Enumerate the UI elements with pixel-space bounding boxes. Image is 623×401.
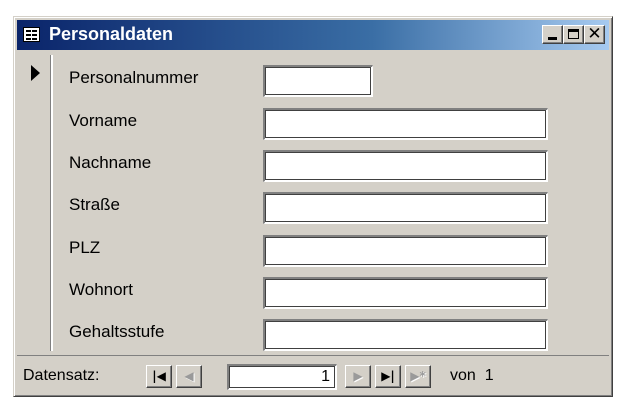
vorname-field[interactable] xyxy=(263,108,548,140)
label-nachname: Nachname xyxy=(69,153,152,172)
wohnort-field[interactable] xyxy=(263,277,548,309)
label-personalnummer: Personalnummer xyxy=(69,68,199,87)
record-navigation-bar: Datensatz: |◀ ◀ 1 ▶ ▶| ▶* von 1 xyxy=(17,355,609,393)
personalnummer-field[interactable] xyxy=(263,65,373,97)
current-record-input[interactable]: 1 xyxy=(227,364,337,390)
last-record-button[interactable]: ▶| xyxy=(375,365,401,388)
nachname-field[interactable] xyxy=(263,150,548,182)
minimize-icon xyxy=(548,37,557,40)
label-vorname: Vorname xyxy=(69,111,138,130)
previous-record-icon: ◀ xyxy=(184,369,194,383)
gehaltsstufe-field[interactable] xyxy=(263,319,548,351)
close-icon: ✕ xyxy=(587,24,602,44)
maximize-icon xyxy=(568,29,579,39)
form-icon[interactable] xyxy=(23,27,40,42)
strasse-field[interactable] xyxy=(263,192,548,224)
current-record-arrow-icon xyxy=(31,65,40,81)
close-button[interactable]: ✕ xyxy=(584,24,605,44)
record-count: von 1 xyxy=(450,367,494,384)
label-gehaltsstufe: Gehaltsstufe xyxy=(69,322,165,341)
form-detail: Personalnummer Vorname Nachname Straße P… xyxy=(54,55,606,351)
last-record-icon: ▶| xyxy=(381,369,395,383)
new-record-icon: ▶* xyxy=(410,369,426,383)
label-wohnort: Wohnort xyxy=(69,280,133,299)
label-plz: PLZ xyxy=(69,238,101,257)
form-window: Personaldaten ✕ Personalnummer Vorname N… xyxy=(13,16,613,397)
previous-record-button[interactable]: ◀ xyxy=(176,365,202,388)
new-record-button[interactable]: ▶* xyxy=(405,365,431,388)
plz-field[interactable] xyxy=(263,235,548,267)
minimize-button[interactable] xyxy=(542,25,563,44)
next-record-icon: ▶ xyxy=(353,369,363,383)
record-label: Datensatz: xyxy=(23,367,100,384)
first-record-button[interactable]: |◀ xyxy=(146,365,172,388)
title-bar[interactable]: Personaldaten ✕ xyxy=(17,20,609,50)
maximize-button[interactable] xyxy=(563,25,584,44)
first-record-icon: |◀ xyxy=(152,369,166,383)
window-title: Personaldaten xyxy=(49,24,174,44)
label-strasse: Straße xyxy=(69,195,121,214)
next-record-button[interactable]: ▶ xyxy=(345,365,371,388)
record-selector[interactable] xyxy=(21,55,53,351)
